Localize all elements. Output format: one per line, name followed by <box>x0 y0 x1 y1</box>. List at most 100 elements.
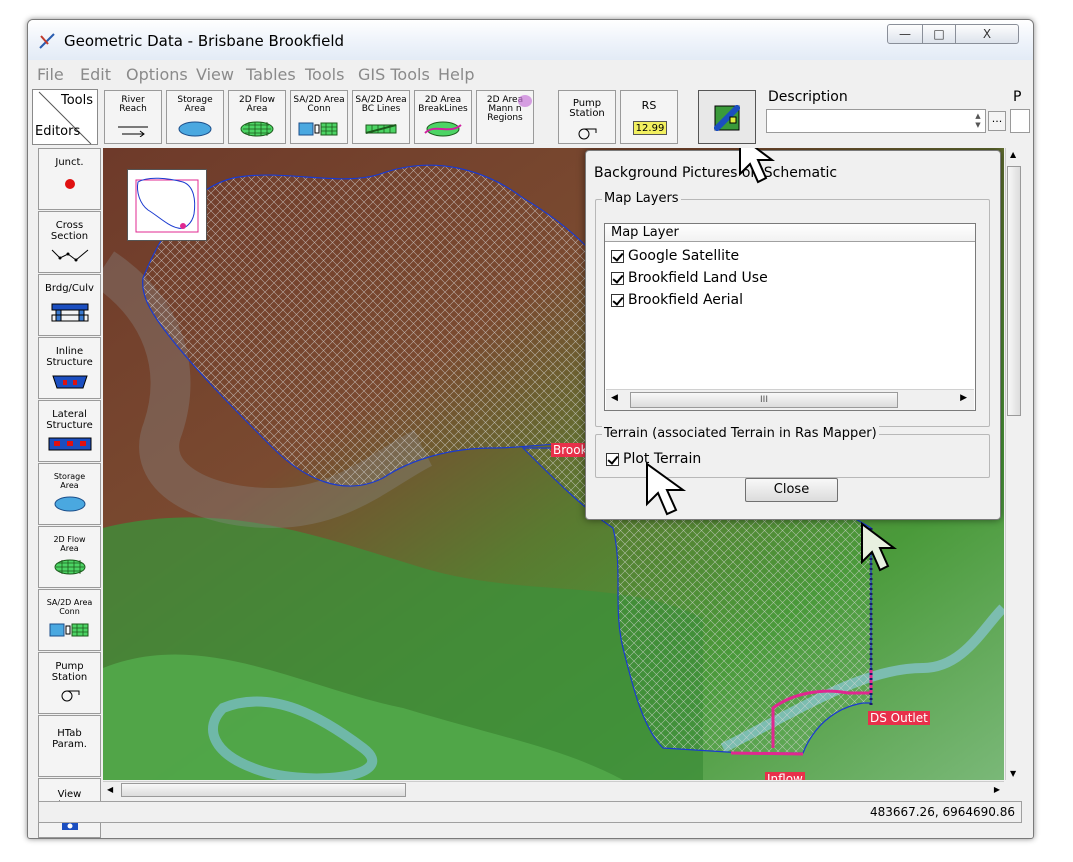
layer-brookfield-land-use[interactable]: Brookfield Land Use <box>611 268 768 288</box>
layer-brookfield-aerial[interactable]: Brookfield Aerial <box>611 290 743 310</box>
2d-flow-area-side-button[interactable]: 2D Flow Area <box>38 526 101 588</box>
background-map-icon <box>714 105 740 131</box>
scroll-left-arrow-icon[interactable]: ◀ <box>611 393 618 403</box>
tools-label: Tools <box>61 93 94 108</box>
pump-station-label: Pump Station <box>569 98 605 119</box>
cursor-arrow-icon <box>861 522 897 572</box>
junction-button[interactable]: Junct. <box>38 148 101 210</box>
rs-button[interactable]: RS 12.99 <box>620 90 678 144</box>
description-field[interactable]: ▲ ▼ <box>766 109 986 133</box>
layer-brookfield-land-use-checkbox[interactable] <box>611 271 624 285</box>
junction-label: Junct. <box>55 157 84 168</box>
sa-2d-area-conn-side-icon <box>49 623 88 637</box>
bridge-culvert-button[interactable]: Brdg/Culv <box>38 274 101 336</box>
description-ellipsis-button[interactable]: ... <box>988 111 1006 131</box>
cursor-arrow-icon <box>646 462 687 516</box>
sa-2d-area-bc-lines-label: SA/2D Area BC Lines <box>355 95 407 114</box>
layer-google-satellite-label: Google Satellite <box>628 248 740 264</box>
menu-file[interactable]: File <box>37 65 64 84</box>
editors-sidebar: Junct. Cross Section Brdg/Culv Inline St… <box>35 148 102 838</box>
storage-area-side-button[interactable]: Storage Area <box>38 463 101 525</box>
title-bar: Geometric Data - Brisbane Brookfield — □… <box>28 20 1033 60</box>
description-spinner[interactable]: ▲ ▼ <box>973 112 983 130</box>
lateral-structure-button[interactable]: Lateral Structure <box>38 400 101 462</box>
storage-area-label: Storage Area <box>177 95 213 114</box>
menu-tables[interactable]: Tables <box>246 65 296 84</box>
bridge-culvert-label: Brdg/Culv <box>45 283 94 294</box>
map-vertical-scrollbar[interactable]: ▲ ▼ <box>1005 148 1023 780</box>
layer-google-satellite-checkbox[interactable] <box>611 249 624 263</box>
overview-minimap[interactable] <box>127 169 207 241</box>
extra-field[interactable] <box>1010 109 1030 133</box>
map-horizontal-scrollbar[interactable]: ◀ ▶ <box>103 781 1004 799</box>
map-vertical-scroll-thumb[interactable] <box>1007 166 1021 416</box>
2d-flow-area-button[interactable]: 2D Flow Area <box>228 90 286 144</box>
dialog-title: Background Pictures on Schematic <box>594 165 838 181</box>
editors-label: Editors <box>35 124 81 139</box>
inline-structure-label: Inline Structure <box>46 346 93 368</box>
2d-area-mann-n-regions-button[interactable]: 2D Area Mann n Regions <box>476 90 534 144</box>
ds-outlet-label: DS Outlet <box>868 711 930 725</box>
map-horizontal-scroll-thumb[interactable] <box>121 783 406 797</box>
menu-help[interactable]: Help <box>438 65 474 84</box>
description-label: Description <box>768 89 848 105</box>
sa-2d-area-conn-side-button[interactable]: SA/2D Area Conn <box>38 589 101 651</box>
menu-bar: File Edit Options View Tables Tools GIS … <box>28 63 1033 85</box>
map-layer-column-header[interactable]: Map Layer <box>605 224 975 242</box>
geometric-data-window: Geometric Data - Brisbane Brookfield — □… <box>27 19 1034 839</box>
cross-section-icon <box>51 249 88 262</box>
river-reach-icon <box>118 126 148 137</box>
scroll-right-arrow-icon[interactable]: ▶ <box>994 785 1000 794</box>
storage-area-side-icon <box>54 496 85 512</box>
storage-area-icon <box>178 121 212 137</box>
sa-2d-area-conn-button[interactable]: SA/2D Area Conn <box>290 90 348 144</box>
breaklines-icon <box>424 121 462 137</box>
terrain-group-label: Terrain (associated Terrain in Ras Mappe… <box>602 426 879 441</box>
close-dialog-button[interactable]: Close <box>745 478 838 502</box>
inline-structure-button[interactable]: Inline Structure <box>38 337 101 399</box>
2d-area-breaklines-label: 2D Area BreakLines <box>418 95 468 114</box>
scroll-up-arrow-icon[interactable]: ▲ <box>1010 150 1016 159</box>
cross-section-button[interactable]: Cross Section <box>38 211 101 273</box>
2d-flow-area-icon <box>240 121 274 137</box>
storage-area-button[interactable]: Storage Area <box>166 90 224 144</box>
minimize-icon: — <box>899 27 911 41</box>
sa-2d-area-bc-lines-button[interactable]: SA/2D Area BC Lines <box>352 90 410 144</box>
storage-area-side-label: Storage Area <box>53 472 86 490</box>
status-bar: 483667.26, 6964690.86 <box>38 801 1022 823</box>
map-layer-list[interactable]: Map Layer Google Satellite Brookfield La… <box>604 223 976 411</box>
bc-lines-icon <box>365 124 397 134</box>
htab-param-button[interactable]: HTab Param. <box>38 715 101 777</box>
scroll-right-arrow-icon[interactable]: ▶ <box>960 393 967 403</box>
map-layers-group-label: Map Layers <box>602 191 681 206</box>
close-window-button[interactable]: X <box>955 24 1019 44</box>
window-title: Geometric Data - Brisbane Brookfield <box>64 32 345 50</box>
menu-options[interactable]: Options <box>126 65 188 84</box>
maximize-button[interactable]: □ <box>922 24 956 44</box>
plot-terrain-checkbox[interactable] <box>606 452 619 466</box>
sa-2d-area-conn-label: SA/2D Area Conn <box>293 95 345 114</box>
layer-list-scroll-thumb[interactable]: III <box>630 392 898 408</box>
minimize-button[interactable]: — <box>887 24 923 44</box>
layer-google-satellite[interactable]: Google Satellite <box>611 246 739 266</box>
layer-list-hscrollbar[interactable]: ◀ III ▶ <box>606 389 974 410</box>
pump-icon <box>578 128 597 140</box>
river-reach-button[interactable]: River Reach <box>104 90 162 144</box>
layer-brookfield-aerial-checkbox[interactable] <box>611 293 624 307</box>
htab-param-label: HTab Param. <box>52 728 87 750</box>
pump-station-side-label: Pump Station <box>51 661 88 683</box>
pump-station-button[interactable]: Pump Station <box>558 90 616 144</box>
menu-view[interactable]: View <box>196 65 234 84</box>
menu-tools[interactable]: Tools <box>305 65 344 84</box>
menu-gis-tools[interactable]: GIS Tools <box>358 65 430 84</box>
schematic-map[interactable]: Brookfield DS Outlet Inflow Background P… <box>103 148 1004 780</box>
2d-area-breaklines-button[interactable]: 2D Area BreakLines <box>414 90 472 144</box>
background-pictures-button[interactable] <box>698 90 756 144</box>
cursor-coordinates: 483667.26, 6964690.86 <box>869 805 1015 819</box>
scroll-down-arrow-icon[interactable]: ▼ <box>1010 769 1016 778</box>
menu-edit[interactable]: Edit <box>80 65 111 84</box>
scroll-left-arrow-icon[interactable]: ◀ <box>107 785 113 794</box>
pump-station-side-button[interactable]: Pump Station <box>38 652 101 714</box>
mann-n-region-icon <box>518 95 532 107</box>
sa-2d-area-conn-icon <box>298 122 338 136</box>
